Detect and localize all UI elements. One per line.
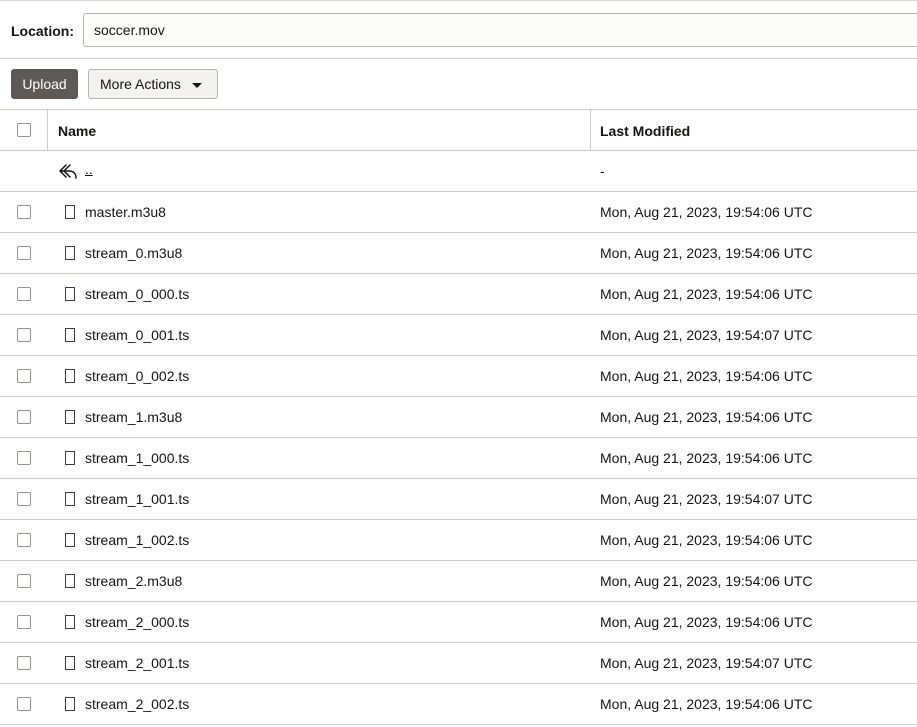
table-row: stream_1_002.ts Mon, Aug 21, 2023, 19:54… bbox=[0, 520, 917, 561]
file-icon bbox=[65, 656, 75, 670]
table-row: stream_2_000.ts Mon, Aug 21, 2023, 19:54… bbox=[0, 602, 917, 643]
row-checkbox[interactable] bbox=[17, 533, 31, 547]
select-all-checkbox[interactable] bbox=[17, 123, 31, 137]
file-name[interactable]: master.m3u8 bbox=[85, 204, 166, 220]
location-label: Location: bbox=[11, 23, 74, 39]
file-name[interactable]: stream_0_001.ts bbox=[85, 327, 189, 343]
file-icon bbox=[65, 615, 75, 629]
table-row: stream_0_000.ts Mon, Aug 21, 2023, 19:54… bbox=[0, 274, 917, 315]
row-checkbox[interactable] bbox=[17, 410, 31, 424]
table-row: stream_2.m3u8 Mon, Aug 21, 2023, 19:54:0… bbox=[0, 561, 917, 602]
file-icon bbox=[65, 451, 75, 465]
row-checkbox[interactable] bbox=[17, 369, 31, 383]
file-last-modified: Mon, Aug 21, 2023, 19:54:06 UTC bbox=[600, 286, 813, 302]
table-row: stream_2_002.ts Mon, Aug 21, 2023, 19:54… bbox=[0, 684, 917, 725]
table-row: stream_1.m3u8 Mon, Aug 21, 2023, 19:54:0… bbox=[0, 397, 917, 438]
file-last-modified: Mon, Aug 21, 2023, 19:54:06 UTC bbox=[600, 245, 813, 261]
row-checkbox[interactable] bbox=[17, 451, 31, 465]
file-last-modified: Mon, Aug 21, 2023, 19:54:06 UTC bbox=[600, 696, 813, 712]
toolbar: Upload More Actions bbox=[0, 59, 917, 110]
file-icon bbox=[65, 369, 75, 383]
parent-last-modified: - bbox=[600, 163, 605, 179]
table-row: stream_2_001.ts Mon, Aug 21, 2023, 19:54… bbox=[0, 643, 917, 684]
file-name[interactable]: stream_2.m3u8 bbox=[85, 573, 182, 589]
file-name[interactable]: stream_1.m3u8 bbox=[85, 409, 182, 425]
upload-button[interactable]: Upload bbox=[11, 69, 78, 99]
file-name[interactable]: stream_1_002.ts bbox=[85, 532, 189, 548]
file-icon bbox=[65, 574, 75, 588]
table-row: stream_0_001.ts Mon, Aug 21, 2023, 19:54… bbox=[0, 315, 917, 356]
file-name[interactable]: stream_2_000.ts bbox=[85, 614, 189, 630]
file-table: Name Last Modified .. - master.m3u8 Mon,… bbox=[0, 109, 917, 725]
file-last-modified: Mon, Aug 21, 2023, 19:54:06 UTC bbox=[600, 204, 813, 220]
row-checkbox[interactable] bbox=[17, 697, 31, 711]
table-header: Name Last Modified bbox=[0, 109, 917, 151]
table-row: stream_0_002.ts Mon, Aug 21, 2023, 19:54… bbox=[0, 356, 917, 397]
more-actions-label: More Actions bbox=[100, 76, 181, 92]
file-last-modified: Mon, Aug 21, 2023, 19:54:06 UTC bbox=[600, 409, 813, 425]
file-icon bbox=[65, 328, 75, 342]
file-name[interactable]: stream_1_001.ts bbox=[85, 491, 189, 507]
location-bar: Location: soccer.mov bbox=[0, 0, 917, 59]
row-checkbox[interactable] bbox=[17, 615, 31, 629]
file-icon bbox=[65, 533, 75, 547]
file-last-modified: Mon, Aug 21, 2023, 19:54:06 UTC bbox=[600, 368, 813, 384]
file-last-modified: Mon, Aug 21, 2023, 19:54:07 UTC bbox=[600, 655, 813, 671]
row-checkbox[interactable] bbox=[17, 656, 31, 670]
row-checkbox[interactable] bbox=[17, 287, 31, 301]
file-icon bbox=[65, 492, 75, 506]
file-last-modified: Mon, Aug 21, 2023, 19:54:06 UTC bbox=[600, 573, 813, 589]
column-header-name[interactable]: Name bbox=[58, 123, 96, 139]
file-icon bbox=[65, 246, 75, 260]
column-header-last-modified[interactable]: Last Modified bbox=[600, 123, 690, 139]
file-last-modified: Mon, Aug 21, 2023, 19:54:06 UTC bbox=[600, 532, 813, 548]
parent-directory-link[interactable]: .. bbox=[85, 161, 93, 177]
column-divider bbox=[590, 110, 591, 151]
table-row: stream_1_000.ts Mon, Aug 21, 2023, 19:54… bbox=[0, 438, 917, 479]
file-name[interactable]: stream_2_002.ts bbox=[85, 696, 189, 712]
file-name[interactable]: stream_0_002.ts bbox=[85, 368, 189, 384]
caret-down-icon bbox=[192, 83, 202, 88]
row-checkbox[interactable] bbox=[17, 246, 31, 260]
table-row: master.m3u8 Mon, Aug 21, 2023, 19:54:06 … bbox=[0, 192, 917, 233]
location-input[interactable]: soccer.mov bbox=[83, 13, 917, 47]
file-icon bbox=[65, 205, 75, 219]
more-actions-button[interactable]: More Actions bbox=[88, 69, 218, 99]
file-name[interactable]: stream_2_001.ts bbox=[85, 655, 189, 671]
parent-directory-row: .. - bbox=[0, 151, 917, 192]
row-checkbox[interactable] bbox=[17, 492, 31, 506]
file-icon bbox=[65, 287, 75, 301]
file-last-modified: Mon, Aug 21, 2023, 19:54:07 UTC bbox=[600, 327, 813, 343]
file-last-modified: Mon, Aug 21, 2023, 19:54:07 UTC bbox=[600, 491, 813, 507]
table-row: stream_1_001.ts Mon, Aug 21, 2023, 19:54… bbox=[0, 479, 917, 520]
row-checkbox[interactable] bbox=[17, 574, 31, 588]
undo-arrow-icon[interactable] bbox=[57, 161, 79, 181]
file-icon bbox=[65, 410, 75, 424]
file-name[interactable]: stream_0.m3u8 bbox=[85, 245, 182, 261]
file-icon bbox=[65, 697, 75, 711]
file-name[interactable]: stream_0_000.ts bbox=[85, 286, 189, 302]
row-checkbox[interactable] bbox=[17, 205, 31, 219]
file-last-modified: Mon, Aug 21, 2023, 19:54:06 UTC bbox=[600, 450, 813, 466]
row-checkbox[interactable] bbox=[17, 328, 31, 342]
column-divider bbox=[47, 110, 48, 151]
file-browser: Location: soccer.mov Upload More Actions… bbox=[0, 0, 917, 727]
table-row: stream_0.m3u8 Mon, Aug 21, 2023, 19:54:0… bbox=[0, 233, 917, 274]
file-name[interactable]: stream_1_000.ts bbox=[85, 450, 189, 466]
file-last-modified: Mon, Aug 21, 2023, 19:54:06 UTC bbox=[600, 614, 813, 630]
